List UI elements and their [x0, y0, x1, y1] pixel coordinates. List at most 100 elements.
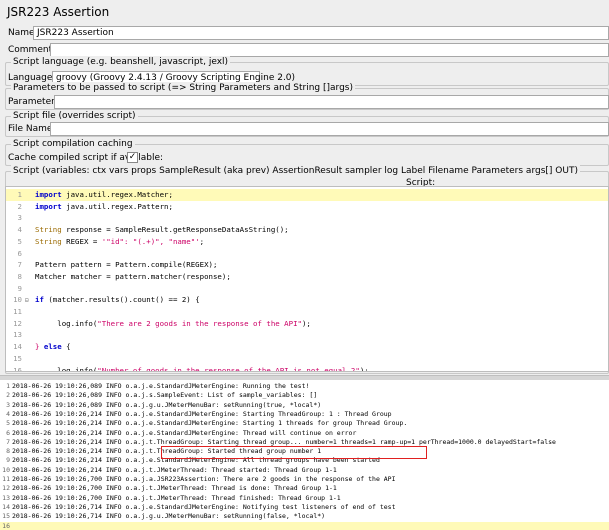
log-line: 5 2018-06-26 19:10:26,214 INFO o.a.j.e.St…	[0, 419, 609, 428]
code-line: 7 Pattern pattern = Pattern.compile(REGEX…	[6, 259, 608, 271]
log-line-number: 10	[2, 465, 10, 474]
line-number: 2	[17, 201, 22, 211]
log-line: 12 2018-06-26 19:10:26,700 INFO o.a.j.t.J…	[0, 484, 609, 493]
code-token: );	[301, 318, 311, 328]
log-line: 10 2018-06-26 19:10:26,214 INFO o.a.j.t.J…	[0, 466, 609, 475]
log-text: 2018-06-26 19:10:26,714 INFO o.a.j.g.u.J…	[12, 512, 326, 521]
log-line: 7 2018-06-26 19:10:26,214 INFO o.a.j.t.Th…	[0, 438, 609, 447]
log-panel[interactable]: 1 2018-06-26 19:10:26,089 INFO o.a.j.e.St…	[0, 380, 609, 530]
code-text: import java.util.regex.Pattern;	[31, 201, 173, 213]
log-line-number: 5	[6, 419, 10, 428]
line-number: 13	[13, 330, 22, 340]
log-text: 2018-06-26 19:10:26,214 INFO o.a.j.t.JMe…	[12, 465, 337, 474]
code-token: ;	[199, 236, 205, 246]
code-text: import java.util.regex.Matcher;	[31, 189, 173, 201]
name-field[interactable]: JSR223 Assertion	[33, 26, 609, 40]
log-line-number: 16	[2, 521, 10, 530]
log-line-number: 7	[6, 437, 10, 446]
code-line: 10 ⊟ if (matcher.results().count() == 2) {	[6, 294, 608, 306]
log-text: 2018-06-26 19:10:26,089 INFO o.a.j.s.Sam…	[12, 391, 318, 400]
line-number: 5	[17, 236, 22, 246]
code-line: 2 import java.util.regex.Pattern;	[6, 201, 608, 213]
line-number: 16	[13, 365, 22, 372]
line-number: 11	[13, 307, 22, 316]
code-line: 16 log.info("Number of goods in the resp…	[6, 365, 608, 372]
panel-title: JSR223 Assertion	[7, 5, 110, 19]
code-line: 8 Matcher matcher = pattern.matcher(respo…	[6, 271, 608, 283]
log-line-number: 1	[6, 382, 10, 390]
log-text: 2018-06-26 19:10:26,700 INFO o.a.j.a.JSR…	[12, 475, 396, 483]
log-line: 15 2018-06-26 19:10:26,714 INFO o.a.j.g.u…	[0, 512, 609, 521]
log-line-number: 6	[6, 428, 10, 437]
code-line: 6	[6, 248, 608, 260]
line-number: 1	[17, 190, 22, 199]
parameters-legend: Parameters to be passed to script (=> St…	[11, 82, 355, 94]
code-text: Pattern pattern = Pattern.compile(REGEX)…	[31, 259, 217, 271]
code-line: 3	[6, 212, 608, 224]
code-token: log.info(	[35, 318, 98, 328]
log-line: 9 2018-06-26 19:10:26,214 INFO o.a.j.e.St…	[0, 456, 609, 465]
log-text: 2018-06-26 19:10:26,700 INFO o.a.j.t.JMe…	[12, 484, 337, 493]
code-token: response = SampleResult.getResponseDataA…	[61, 225, 289, 235]
log-line-number: 12	[2, 484, 10, 493]
code-line: 1 import java.util.regex.Matcher;	[6, 189, 608, 201]
code-line: 4 String response = SampleResult.getRespo…	[6, 224, 608, 236]
line-number: 14	[13, 342, 22, 352]
code-token: (matcher.results().count() == 2) {	[43, 295, 200, 305]
log-line: 13 2018-06-26 19:10:26,700 INFO o.a.j.t.J…	[0, 494, 609, 503]
log-line-number: 3	[6, 400, 10, 409]
script-editor[interactable]: 1 import java.util.regex.Matcher; 2 import …	[5, 186, 609, 372]
log-line: 6 2018-06-26 19:10:26,214 INFO o.a.j.e.St…	[0, 429, 609, 438]
code-token: Pattern pattern = Pattern.compile(REGEX)…	[35, 260, 218, 270]
line-number: 3	[17, 213, 22, 223]
script-legend: Script (variables: ctx vars props Sample…	[11, 165, 580, 177]
code-text: if (matcher.results().count() == 2) {	[31, 294, 200, 306]
code-token: if	[35, 295, 44, 305]
code-line: 9	[6, 283, 608, 295]
code-text: log.info("Number of goods in the respons…	[31, 365, 369, 372]
code-line: 14 } else {	[6, 341, 608, 353]
parameters-field[interactable]	[54, 95, 609, 109]
script-file-legend: Script file (overrides script)	[11, 110, 138, 122]
comments-field[interactable]	[50, 43, 609, 57]
cache-label: Cache compiled script if available:	[8, 153, 164, 163]
name-value: JSR223 Assertion	[37, 28, 114, 38]
file-name-label: File Name:	[8, 124, 56, 134]
file-name-field[interactable]	[50, 122, 609, 136]
log-line: 4 2018-06-26 19:10:26,214 INFO o.a.j.e.St…	[0, 410, 609, 419]
code-text: String REGEX = '"id": "(.+)", "name"';	[31, 236, 204, 248]
code-token: import	[35, 201, 62, 211]
code-token: else	[43, 342, 62, 352]
compilation-legend: Script compilation caching	[11, 138, 135, 150]
log-text: 2018-06-26 19:10:26,214 INFO o.a.j.e.Sta…	[12, 428, 357, 437]
log-line-number: 13	[2, 493, 10, 502]
log-line: 14 2018-06-26 19:10:26,714 INFO o.a.j.e.S…	[0, 503, 609, 512]
code-text: log.info("There are 2 goods in the respo…	[31, 318, 311, 330]
code-token: );	[359, 365, 369, 372]
line-number: 9	[17, 283, 22, 293]
line-number: 15	[13, 353, 22, 363]
log-text: 2018-06-26 19:10:26,214 INFO o.a.j.e.Sta…	[12, 419, 408, 428]
log-text: 2018-06-26 19:10:26,700 INFO o.a.j.t.JMe…	[12, 493, 341, 502]
code-token: Matcher matcher = pattern.matcher(respon…	[35, 271, 231, 281]
script-language-legend: Script language (e.g. beanshell, javascr…	[11, 56, 231, 68]
code-token: import	[35, 190, 62, 199]
code-line: 13	[6, 329, 608, 341]
log-line-number: 11	[2, 475, 10, 483]
code-token: java.util.regex.Matcher;	[61, 190, 173, 199]
code-token: java.util.regex.Pattern;	[61, 201, 173, 211]
code-line: 11	[6, 306, 608, 318]
code-token: "Number of goods in the response of the …	[97, 365, 360, 372]
code-token: '"id": "(.+)", "name"'	[101, 236, 200, 246]
code-line: 12 log.info("There are 2 goods in the re…	[6, 318, 608, 330]
log-text: 2018-06-26 19:10:26,214 INFO o.a.j.t.Thr…	[12, 437, 556, 446]
code-text: } else {	[31, 341, 71, 353]
code-token: {	[61, 342, 71, 352]
log-text: 2018-06-26 19:10:26,089 INFO o.a.j.e.Sta…	[12, 382, 310, 390]
code-text: String response = SampleResult.getRespon…	[31, 224, 289, 236]
log-line-number: 9	[6, 456, 10, 465]
log-line-number: 2	[6, 391, 10, 400]
code-text: Matcher matcher = pattern.matcher(respon…	[31, 271, 231, 283]
cache-checkbox[interactable]: ✓	[127, 152, 138, 163]
code-line: 5 String REGEX = '"id": "(.+)", "name"';	[6, 236, 608, 248]
